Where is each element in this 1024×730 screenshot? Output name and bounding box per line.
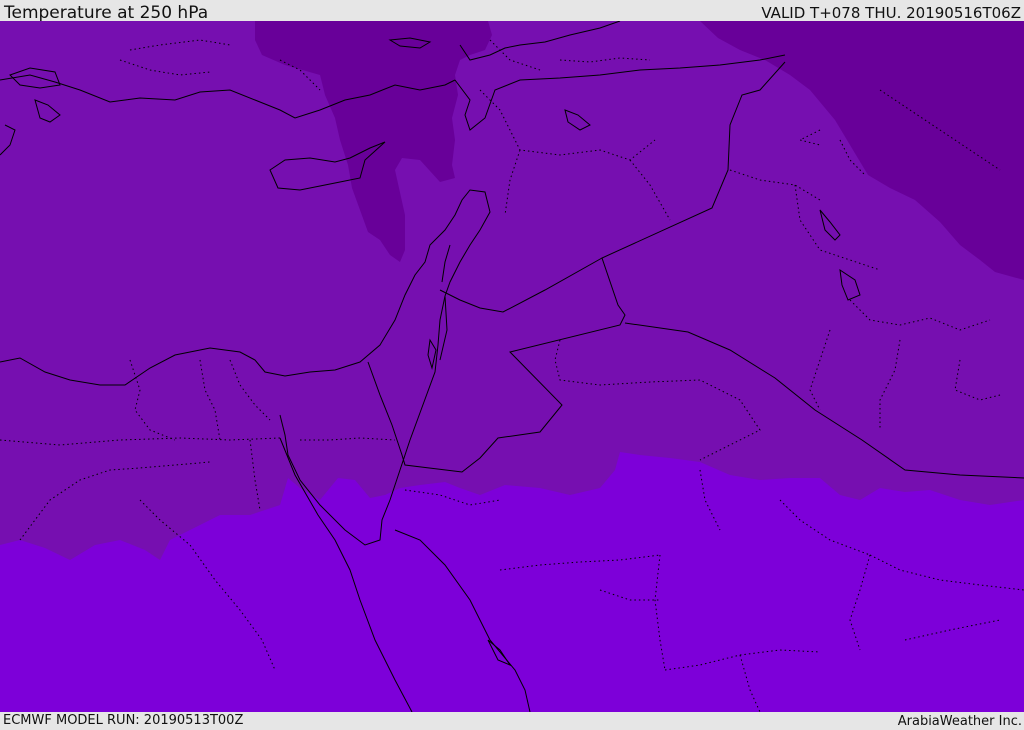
- credit-label: ArabiaWeather Inc.: [897, 714, 1022, 729]
- map-title: Temperature at 250 hPa: [4, 3, 209, 23]
- map-canvas: [0, 21, 1024, 712]
- temperature-map: [0, 21, 1024, 712]
- footer-bar: ECMWF MODEL RUN: 20190513T00Z ArabiaWeat…: [0, 712, 1024, 729]
- header-bar: Temperature at 250 hPa VALID T+078 THU. …: [0, 0, 1024, 23]
- model-run-label: ECMWF MODEL RUN: 20190513T00Z: [3, 713, 244, 728]
- valid-time-label: VALID T+078 THU. 20190516T06Z: [761, 4, 1021, 22]
